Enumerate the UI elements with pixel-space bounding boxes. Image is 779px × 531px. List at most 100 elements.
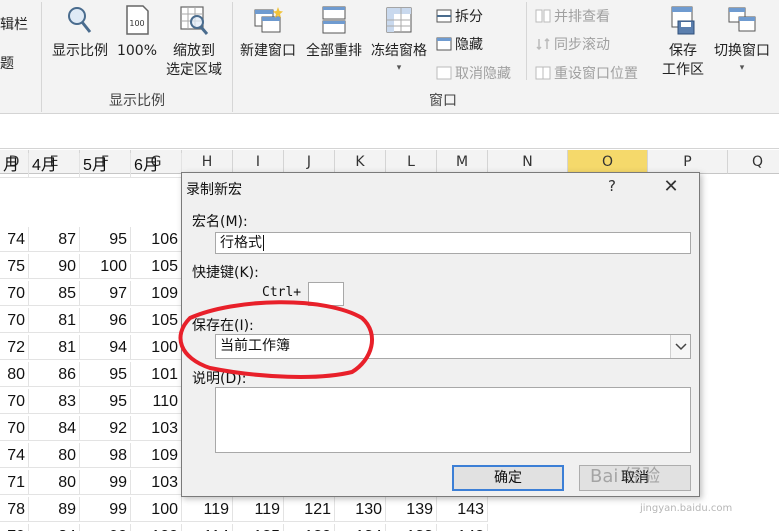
store-in-select[interactable]: 当前工作簿 xyxy=(215,334,691,359)
description-textarea[interactable] xyxy=(215,387,691,453)
column-header[interactable]: I xyxy=(233,150,284,174)
grid-cell[interactable]: 103 xyxy=(131,470,182,495)
column-header[interactable]: Q xyxy=(728,150,779,174)
column-header[interactable]: N xyxy=(488,150,568,174)
column-header[interactable]: L xyxy=(386,150,437,174)
zoom-to-selection-button[interactable]: 缩放到 选定区域 xyxy=(162,4,226,80)
grid-cell[interactable]: 84 xyxy=(29,524,80,531)
side-by-side-button[interactable]: 并排查看 xyxy=(535,6,610,28)
grid-cell[interactable]: 133 xyxy=(386,524,437,531)
grid-cell[interactable]: 114 xyxy=(182,524,233,531)
grid-cell[interactable]: 105 xyxy=(131,308,182,333)
grid-cell[interactable]: 110 xyxy=(131,389,182,414)
grid-cell[interactable]: 80 xyxy=(0,362,29,387)
grid-cell[interactable]: 100 xyxy=(80,254,131,279)
grid-cell[interactable]: 99 xyxy=(80,497,131,522)
arrange-all-button[interactable]: 全部重排 xyxy=(302,4,366,61)
new-window-button[interactable]: 新建窗口 xyxy=(236,4,300,61)
grid-cell[interactable]: 96 xyxy=(80,308,131,333)
grid-cell[interactable]: 121 xyxy=(284,497,335,522)
grid-cell[interactable]: 5月 xyxy=(80,153,131,178)
grid-cell[interactable]: 95 xyxy=(80,389,131,414)
freeze-panes-button[interactable]: 冻结窗格 ▾ xyxy=(368,4,430,75)
headings-toggle[interactable]: 标题 xyxy=(0,53,14,75)
grid-cell[interactable]: 119 xyxy=(182,497,233,522)
grid-cell[interactable]: 70 xyxy=(0,308,29,333)
grid-cell[interactable]: 130 xyxy=(335,497,386,522)
grid-cell[interactable]: 109 xyxy=(131,281,182,306)
column-header[interactable]: O xyxy=(568,150,648,174)
grid-cell[interactable]: 100 xyxy=(131,497,182,522)
help-button[interactable]: ? xyxy=(608,177,616,195)
column-header[interactable]: P xyxy=(648,150,728,174)
split-button[interactable]: 拆分 xyxy=(436,6,483,28)
grid-cell[interactable]: 71 xyxy=(0,470,29,495)
ok-button[interactable]: 确定 xyxy=(452,465,564,491)
shortcut-key-input[interactable] xyxy=(308,282,344,306)
grid-cell[interactable]: 100 xyxy=(131,335,182,360)
grid-cell[interactable]: 70 xyxy=(0,281,29,306)
grid-cell[interactable]: 100 xyxy=(131,524,182,531)
grid-cell[interactable]: 109 xyxy=(131,443,182,468)
grid-cell[interactable]: 84 xyxy=(29,416,80,441)
grid-cell[interactable]: 80 xyxy=(29,470,80,495)
grid-cell[interactable]: 74 xyxy=(0,443,29,468)
grid-cell[interactable]: 103 xyxy=(131,416,182,441)
switch-windows-button[interactable]: 切换窗口 ▾ xyxy=(710,4,774,75)
formula-bar[interactable] xyxy=(0,115,779,149)
close-button[interactable]: ✕ xyxy=(660,175,682,199)
grid-cell[interactable]: 75 xyxy=(0,254,29,279)
grid-cell[interactable]: 143 xyxy=(437,497,488,522)
macro-name-input[interactable]: 行格式 xyxy=(215,232,691,254)
grid-cell[interactable]: 142 xyxy=(437,524,488,531)
grid-cell[interactable]: 78 xyxy=(0,497,29,522)
grid-cell[interactable]: 89 xyxy=(29,497,80,522)
grid-cell[interactable]: 119 xyxy=(233,497,284,522)
grid-cell[interactable]: 125 xyxy=(233,524,284,531)
grid-cell[interactable]: 97 xyxy=(80,281,131,306)
reset-window-position-button[interactable]: 重设窗口位置 xyxy=(535,63,638,85)
grid-cell[interactable]: 86 xyxy=(29,362,80,387)
grid-cell[interactable]: 79 xyxy=(0,524,29,531)
column-header[interactable]: M xyxy=(437,150,488,174)
zoom-100-button[interactable]: 100 100% xyxy=(114,4,160,61)
grid-cell[interactable]: 70 xyxy=(0,389,29,414)
grid-cell[interactable]: 99 xyxy=(80,470,131,495)
grid-cell[interactable]: 72 xyxy=(0,335,29,360)
grid-cell[interactable]: 70 xyxy=(0,416,29,441)
grid-cell[interactable]: 105 xyxy=(131,254,182,279)
grid-cell[interactable]: 90 xyxy=(29,254,80,279)
grid-cell[interactable]: 120 xyxy=(284,524,335,531)
grid-cell[interactable]: 月 xyxy=(0,153,29,178)
grid-cell[interactable]: 83 xyxy=(29,389,80,414)
chevron-down-icon[interactable] xyxy=(670,335,690,358)
column-header[interactable]: K xyxy=(335,150,386,174)
grid-cell[interactable]: 85 xyxy=(29,281,80,306)
column-header[interactable]: J xyxy=(284,150,335,174)
sync-scroll-button[interactable]: 同步滚动 xyxy=(535,34,610,56)
grid-cell[interactable]: 95 xyxy=(80,362,131,387)
save-workspace-button[interactable]: 保存 工作区 xyxy=(656,4,710,80)
zoom-button[interactable]: 显示比例 xyxy=(48,4,112,61)
grid-cell[interactable]: 95 xyxy=(80,227,131,252)
grid-cell[interactable]: 4月 xyxy=(29,153,80,178)
grid-cell[interactable]: 94 xyxy=(80,335,131,360)
grid-cell[interactable]: 80 xyxy=(29,443,80,468)
grid-cell[interactable]: 134 xyxy=(335,524,386,531)
grid-cell[interactable]: 92 xyxy=(80,416,131,441)
grid-cell[interactable]: 81 xyxy=(29,335,80,360)
hide-button[interactable]: 隐藏 xyxy=(436,34,483,56)
grid-cell[interactable]: 81 xyxy=(29,308,80,333)
grid-cell[interactable]: 74 xyxy=(0,227,29,252)
grid-cell[interactable]: 106 xyxy=(131,227,182,252)
grid-cell[interactable]: 98 xyxy=(80,443,131,468)
formula-bar-toggle[interactable]: 编辑栏 xyxy=(0,14,28,36)
grid-cell[interactable]: 139 xyxy=(386,497,437,522)
unhide-button[interactable]: 取消隐藏 xyxy=(436,63,511,85)
split-label: 拆分 xyxy=(455,9,483,25)
grid-cell[interactable]: 87 xyxy=(29,227,80,252)
grid-cell[interactable]: 90 xyxy=(80,524,131,531)
grid-cell[interactable]: 101 xyxy=(131,362,182,387)
grid-cell[interactable]: 6月 xyxy=(131,153,182,178)
column-header[interactable]: H xyxy=(182,150,233,174)
